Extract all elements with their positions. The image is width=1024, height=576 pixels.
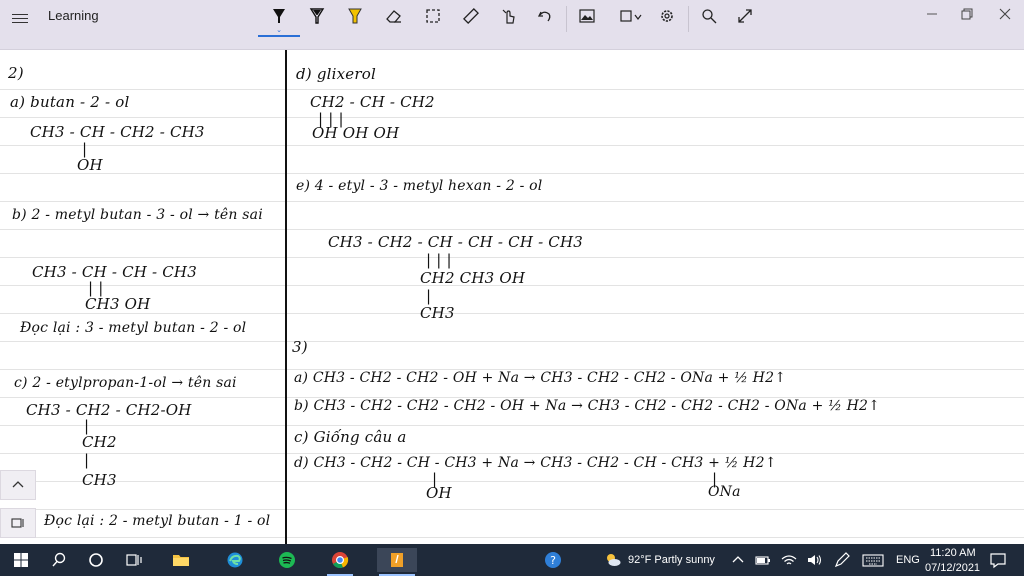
windows-start-icon[interactable] xyxy=(6,548,36,572)
svg-text:?: ? xyxy=(550,554,556,567)
cortana-icon[interactable] xyxy=(81,548,111,572)
chevron-up-icon[interactable] xyxy=(728,548,748,572)
note-line: CH3 - CH - CH2 - CH3 xyxy=(30,123,205,141)
note-line: e) 4 - etyl - 3 - metyl hexan - 2 - ol xyxy=(296,178,543,194)
note-line: d) glixerol xyxy=(296,65,376,83)
lasso-select-icon[interactable] xyxy=(418,5,448,27)
note-line: c) 2 - etylpropan-1-ol → tên sai xyxy=(14,375,237,391)
input-mode-button[interactable] xyxy=(0,508,36,538)
note-line: a) CH3 - CH2 - CH2 - OH + Na → CH3 - CH2… xyxy=(294,370,787,386)
add-image-icon[interactable] xyxy=(572,5,602,27)
settings-gear-icon[interactable] xyxy=(652,5,682,27)
note-line: c) Giống câu a xyxy=(294,428,407,446)
help-icon[interactable]: ? xyxy=(538,548,568,572)
minimize-button[interactable] xyxy=(920,5,944,23)
note-line: 2) xyxy=(8,64,24,82)
app-title: Learning xyxy=(48,8,99,23)
task-view-icon[interactable] xyxy=(119,548,149,572)
note-line: d) CH3 - CH2 - CH - CH3 + Na → CH3 - CH2… xyxy=(294,455,777,471)
note-line: | xyxy=(84,451,90,469)
search-icon[interactable] xyxy=(44,548,74,572)
taskbar: ? 92°F Partly sunny ENG 11:20 AM 07/12/2… xyxy=(0,544,1024,576)
note-line: OH xyxy=(77,156,103,174)
notification-center-icon[interactable] xyxy=(986,548,1010,572)
note-line: CH2 CH3 OH xyxy=(420,269,526,287)
touch-writing-icon[interactable] xyxy=(494,5,524,27)
volume-icon[interactable] xyxy=(804,548,826,572)
note-line: | | | xyxy=(426,251,452,269)
pen-workspace-icon[interactable] xyxy=(830,548,854,572)
whiteboard-app-icon[interactable] xyxy=(377,548,417,576)
note-line: OH xyxy=(426,484,452,502)
menu-icon[interactable] xyxy=(12,11,28,25)
note-line: CH2 xyxy=(82,433,117,451)
toolbar-separator xyxy=(688,6,689,32)
note-line: Đọc lại : 3 - metyl butan - 2 - ol xyxy=(20,320,247,336)
note-line: OH OH OH xyxy=(312,124,400,142)
note-line: b) CH3 - CH2 - CH2 - CH2 - OH + Na → CH3… xyxy=(294,398,881,414)
shapes-icon[interactable] xyxy=(614,5,648,27)
clock-date[interactable]: 07/12/2021 xyxy=(925,562,980,574)
note-line: CH3 - CH2 - CH2-OH xyxy=(26,401,192,419)
note-line: a) butan - 2 - ol xyxy=(10,93,130,111)
note-line: CH3 - CH2 - CH - CH - CH - CH3 xyxy=(328,233,584,251)
undo-icon[interactable] xyxy=(530,5,560,27)
ballpoint-pen-icon[interactable]: ⌄ xyxy=(258,5,300,37)
title-bar: Learning ⌄ xyxy=(0,0,1024,50)
ink-canvas[interactable]: 2) a) butan - 2 - ol CH3 - CH - CH2 - CH… xyxy=(0,50,1024,544)
zoom-search-icon[interactable] xyxy=(694,5,724,27)
wifi-icon[interactable] xyxy=(778,548,800,572)
note-line: CH3 xyxy=(420,304,455,322)
note-line: ONa xyxy=(708,484,741,500)
battery-icon[interactable] xyxy=(752,548,774,572)
pencil-icon[interactable] xyxy=(302,5,332,27)
highlighter-icon[interactable] xyxy=(340,5,370,27)
eraser-icon[interactable] xyxy=(379,5,409,27)
toolbar-separator xyxy=(566,6,567,32)
note-line: Đọc lại : 2 - metyl butan - 1 - ol xyxy=(44,513,271,529)
expand-icon[interactable] xyxy=(730,5,760,27)
collapse-toolbar-button[interactable] xyxy=(0,470,36,500)
ruler-icon[interactable] xyxy=(456,5,486,27)
weather-text[interactable]: 92°F Partly sunny xyxy=(628,554,715,566)
note-line: CH3 xyxy=(82,471,117,489)
note-line: b) 2 - metyl butan - 3 - ol → tên sai xyxy=(12,207,263,223)
file-explorer-icon[interactable] xyxy=(166,548,196,572)
note-line: CH2 - CH - CH2 xyxy=(310,93,435,111)
chrome-icon[interactable] xyxy=(325,548,355,576)
edge-browser-icon[interactable] xyxy=(220,548,250,572)
note-line: 3) xyxy=(292,338,308,356)
clock-time[interactable]: 11:20 AM xyxy=(930,547,976,559)
close-button[interactable] xyxy=(993,5,1017,23)
note-line: CH3 OH xyxy=(85,295,151,313)
note-line: CH3 - CH - CH - CH3 xyxy=(32,263,197,281)
touch-keyboard-icon[interactable] xyxy=(860,548,886,572)
divider-line xyxy=(285,50,287,544)
language-indicator[interactable]: ENG xyxy=(896,554,920,566)
note-line: | xyxy=(426,287,432,305)
spotify-icon[interactable] xyxy=(272,548,302,572)
weather-icon xyxy=(598,548,628,572)
maximize-button[interactable] xyxy=(955,5,979,23)
